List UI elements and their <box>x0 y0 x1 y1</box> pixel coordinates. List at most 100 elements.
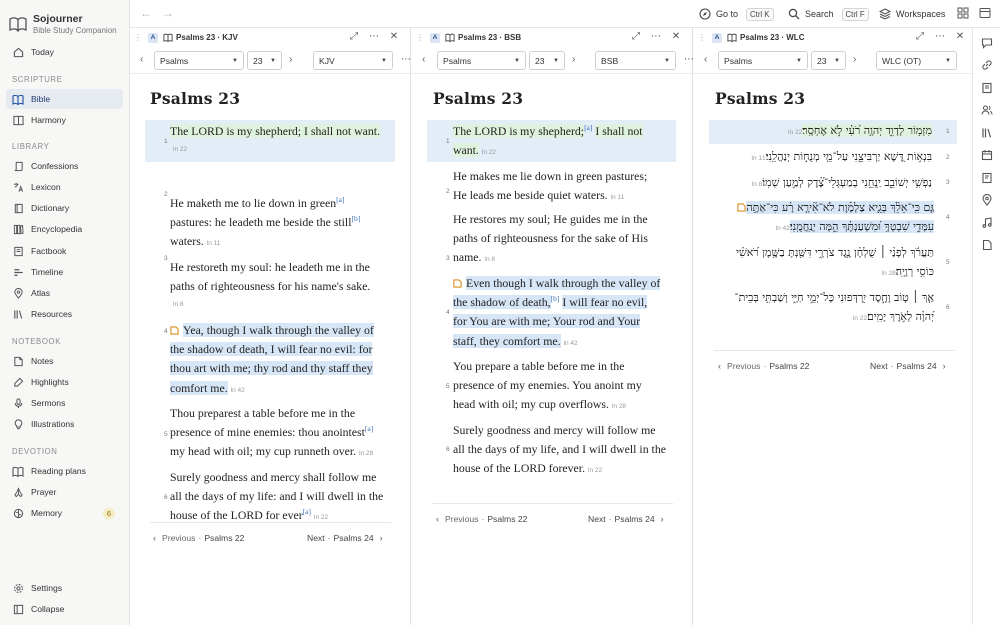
sidebar-item-lexicon[interactable]: Lexicon <box>6 177 123 197</box>
more-icon[interactable]: ⋯ <box>364 31 384 43</box>
verse-4[interactable]: גַּ֤ם כִּֽי־אֵלֵ֨ךְ בְּגֵ֪יא צַלְמָ֡וֶת … <box>724 198 934 238</box>
close-icon[interactable]: ✕ <box>950 31 970 43</box>
close-icon[interactable]: ✕ <box>666 31 686 43</box>
verse-1[interactable]: מִזְמ֥וֹר לְדָוִ֑ד יְהוָ֥ה רֹ֝עִ֗י לֹ֣א … <box>724 121 932 142</box>
text-size-icon[interactable]: A <box>148 32 158 43</box>
sidebar-item-prayer[interactable]: Prayer <box>6 482 123 502</box>
chapter-select[interactable]: 23 ▼ <box>247 51 282 70</box>
previous-chapter-link[interactable]: ‹ Previous · Psalms 22 <box>153 533 244 543</box>
sidebar-item-today[interactable]: Today <box>6 42 123 62</box>
next-chapter-icon[interactable]: › <box>853 54 856 65</box>
footnote-marker[interactable]: [b] <box>551 294 560 303</box>
book-select[interactable]: Psalms ▼ <box>718 51 808 70</box>
prev-chapter-icon[interactable]: ‹ <box>422 54 425 65</box>
sidebar-item-dictionary[interactable]: Dictionary <box>6 198 123 218</box>
text-size-icon[interactable]: A <box>430 32 440 43</box>
panel-toggle-icon[interactable] <box>979 7 991 19</box>
verse-2[interactable]: He maketh me to lie down in green[a] pas… <box>170 194 405 254</box>
back-arrow-icon[interactable]: ← <box>140 7 152 19</box>
search-button[interactable]: Search Ctrl F <box>788 5 869 23</box>
footnote-marker[interactable]: [a] <box>336 195 344 204</box>
notebook-icon[interactable] <box>981 172 993 184</box>
workspaces-button[interactable]: Workspaces <box>879 5 945 23</box>
verse-6[interactable]: Surely goodness and mercy will follow me… <box>453 421 693 481</box>
version-select[interactable]: BSB ▼ <box>595 51 676 70</box>
file-icon[interactable] <box>981 239 993 251</box>
sidebar-item-sermons[interactable]: Sermons <box>6 393 123 413</box>
verse-5[interactable]: תַּעֲרֹ֬ךְ לְפָנַ֨י ׀ שֻׁלְחָ֗ן נֶ֥גֶד צ… <box>724 243 934 283</box>
drag-handle-icon[interactable]: ⋮ <box>698 33 706 42</box>
footnote-marker[interactable]: [a] <box>584 123 592 132</box>
version-select[interactable]: KJV ▼ <box>313 51 393 70</box>
bookmark-book-icon[interactable] <box>981 82 993 94</box>
verse-2[interactable]: בִּנְא֣וֹת דֶּ֭שֶׁא יַרְבִּיצֵ֑נִי עַל־מ… <box>724 147 932 168</box>
book-select[interactable]: Psalms ▼ <box>154 51 244 70</box>
verse-6[interactable]: אַ֤ךְ ׀ ט֤וֹב וָחֶ֣סֶד יִ֭רְדְּפוּנִי כָ… <box>724 288 934 328</box>
expand-icon[interactable]: ⤢ <box>344 31 364 43</box>
sidebar-item-reading-plans[interactable]: Reading plans <box>6 461 123 481</box>
version-select[interactable]: WLC (OT) ▼ <box>876 51 957 70</box>
sidebar-item-notes[interactable]: Notes <box>6 351 123 371</box>
more-icon[interactable]: ⋯ <box>646 31 666 43</box>
prev-chapter-icon[interactable]: ‹ <box>140 54 143 65</box>
previous-chapter-link[interactable]: ‹ Previous · Psalms 22 <box>718 361 809 371</box>
more-icon[interactable]: ⋯ <box>930 31 950 43</box>
expand-icon[interactable]: ⤢ <box>626 31 646 43</box>
prev-chapter-icon[interactable]: ‹ <box>704 54 707 65</box>
verse-1[interactable]: The LORD is my shepherd; I shall not wan… <box>170 122 395 156</box>
footnote-marker[interactable]: [a] <box>303 507 311 516</box>
sidebar-item-bible[interactable]: Bible <box>6 89 123 109</box>
verse-2[interactable]: He makes me lie down in green pastures; … <box>453 167 688 207</box>
verse-4[interactable]: Even though I walk through the valley of… <box>453 274 688 353</box>
next-chapter-icon[interactable]: › <box>289 54 292 65</box>
sidebar-item-memory[interactable]: Memory 6 <box>6 503 123 523</box>
note-icon[interactable] <box>453 279 462 288</box>
verse-1[interactable]: The LORD is my shepherd;[a] I shall not … <box>453 122 675 162</box>
drag-handle-icon[interactable]: ⋮ <box>416 33 424 42</box>
next-chapter-link[interactable]: Next · Psalms 24 › <box>870 361 952 371</box>
more-icon[interactable]: ⋯ <box>684 54 694 65</box>
verse-6[interactable]: Surely goodness and mercy shall follow m… <box>170 468 410 528</box>
library-icon[interactable] <box>981 127 993 139</box>
sidebar-item-timeline[interactable]: Timeline <box>6 262 123 282</box>
verse-3[interactable]: נַפְשִׁ֥י יְשׁוֹבֵ֑ב יַֽנְחֵ֥נִי בְמַעְג… <box>724 173 932 194</box>
map-pin-icon[interactable] <box>981 194 993 206</box>
verse-5[interactable]: Thou preparest a table before me in the … <box>170 404 405 464</box>
verse-3[interactable]: He restores my soul; He guides me in the… <box>453 210 688 270</box>
sidebar-item-illustrations[interactable]: Illustrations <box>6 414 123 434</box>
chapter-select[interactable]: 23 ▼ <box>529 51 565 70</box>
forward-arrow-icon[interactable]: → <box>162 7 174 19</box>
sidebar-item-settings[interactable]: Settings <box>6 578 123 598</box>
grid-icon[interactable] <box>957 7 969 19</box>
goto-button[interactable]: Go to Ctrl K <box>699 5 774 23</box>
more-icon[interactable]: ⋯ <box>401 54 411 65</box>
verse-4[interactable]: Yea, though I walk through the valley of… <box>170 321 405 400</box>
note-icon[interactable] <box>170 326 179 335</box>
chapter-select[interactable]: 23 ▼ <box>811 51 846 70</box>
next-chapter-icon[interactable]: › <box>572 54 575 65</box>
comment-icon[interactable] <box>981 37 993 49</box>
book-select[interactable]: Psalms ▼ <box>437 51 526 70</box>
sidebar-item-highlights[interactable]: Highlights <box>6 372 123 392</box>
previous-chapter-link[interactable]: ‹ Previous · Psalms 22 <box>436 514 527 524</box>
sidebar-item-encyclopedia[interactable]: Encyclopedia <box>6 219 123 239</box>
calendar-icon[interactable] <box>981 149 993 161</box>
footnote-marker[interactable]: [b] <box>352 214 361 223</box>
sidebar-item-harmony[interactable]: Harmony <box>6 110 123 130</box>
verse-5[interactable]: You prepare a table before me in the pre… <box>453 357 688 417</box>
footnote-marker[interactable]: [a] <box>365 424 373 433</box>
sidebar-item-factbook[interactable]: Factbook <box>6 241 123 261</box>
verse-3[interactable]: He restoreth my soul: he leadeth me in t… <box>170 258 405 311</box>
text-size-icon[interactable]: A <box>712 32 722 43</box>
brand[interactable]: Sojourner Bible Study Companion <box>0 0 129 38</box>
music-note-icon[interactable] <box>981 217 993 229</box>
link-icon[interactable] <box>981 59 993 71</box>
sidebar-item-confessions[interactable]: Confessions <box>6 156 123 176</box>
sidebar-item-atlas[interactable]: Atlas <box>6 283 123 303</box>
close-icon[interactable]: ✕ <box>384 31 404 43</box>
expand-icon[interactable]: ⤢ <box>910 31 930 43</box>
note-icon[interactable] <box>737 203 746 212</box>
sidebar-collapse-button[interactable]: Collapse <box>6 599 123 619</box>
next-chapter-link[interactable]: Next · Psalms 24 › <box>588 514 670 524</box>
users-icon[interactable] <box>981 104 993 116</box>
